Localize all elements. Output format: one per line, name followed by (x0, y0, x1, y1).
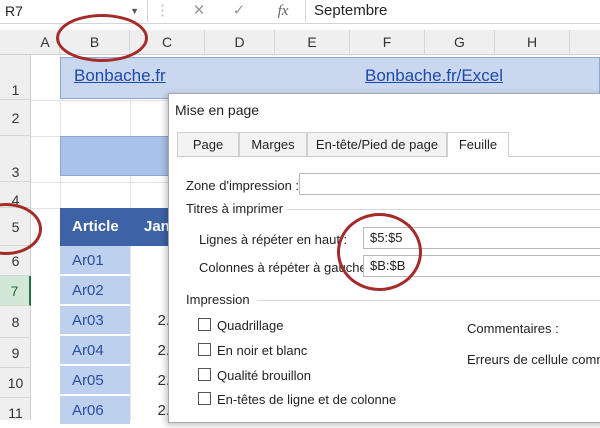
row-header-1[interactable]: 1 (0, 55, 31, 100)
annotation-circle (337, 213, 422, 291)
table-row[interactable]: Ar02 (60, 276, 130, 306)
row-header-11[interactable]: 11 (0, 398, 31, 421)
row-header-9[interactable]: 9 (0, 338, 31, 368)
tab-marges[interactable]: Marges (239, 132, 307, 156)
enter-icon[interactable]: ✓ (229, 0, 249, 22)
print-area-field[interactable] (299, 173, 600, 195)
row-header-8[interactable]: 8 (0, 306, 31, 338)
table-cell[interactable]: 2. (130, 366, 170, 396)
black-white-label: En noir et blanc (217, 343, 308, 358)
table-cell[interactable] (130, 246, 170, 276)
row-header-7[interactable]: 7 (0, 276, 31, 306)
table-row[interactable]: Ar01 (60, 246, 130, 276)
table-row[interactable]: Ar03 (60, 306, 130, 336)
tab-feuille[interactable]: Feuille (447, 132, 509, 157)
table-cell[interactable]: 2. (130, 396, 170, 426)
cell-errors-label: Erreurs de cellule comme (467, 352, 600, 367)
gridlines-label: Quadrillage (217, 318, 284, 333)
drag-handle-icon[interactable]: ⋮ (155, 0, 170, 22)
rows-repeat-label: Lignes à répéter en haut : (199, 232, 348, 247)
table-header-article: Article (72, 218, 119, 235)
column-header-e[interactable]: E (275, 30, 350, 55)
group-divider (287, 209, 600, 210)
print-area-label: Zone d'impression : (186, 178, 300, 193)
tab-page[interactable]: Page (177, 132, 239, 156)
row-header-3[interactable]: 3 (0, 136, 31, 182)
tab-en-tete-pied[interactable]: En-tête/Pied de page (307, 132, 447, 156)
black-white-checkbox[interactable] (198, 343, 211, 356)
table-row[interactable]: Ar04 (60, 336, 130, 366)
draft-quality-label: Qualité brouillon (217, 368, 311, 383)
annotation-circle (56, 14, 148, 62)
draft-quality-checkbox[interactable] (198, 368, 211, 381)
title-band (60, 136, 170, 176)
dialog-tabs: Page Marges En-tête/Pied de page Feuille (177, 132, 600, 157)
titles-group-label: Titres à imprimer (186, 201, 284, 216)
comments-label: Commentaires : (467, 321, 559, 336)
cancel-icon[interactable]: ✕ (189, 0, 209, 22)
name-box-value: R7 (5, 3, 23, 19)
dialog-title: Mise en page (175, 102, 260, 118)
headings-checkbox[interactable] (198, 392, 211, 405)
column-header-f[interactable]: F (350, 30, 425, 55)
row-header-2[interactable]: 2 (0, 100, 31, 136)
table-row[interactable]: Ar06 (60, 396, 130, 426)
banner-link-left[interactable]: Bonbache.fr (74, 66, 166, 86)
column-header-d[interactable]: D (205, 30, 275, 55)
annotation-circle (0, 203, 42, 255)
table-row[interactable]: Ar05 (60, 366, 130, 396)
row-header-10[interactable]: 10 (0, 368, 31, 398)
headings-label: En-têtes de ligne et de colonne (217, 392, 397, 407)
gridlines-checkbox[interactable] (198, 318, 211, 331)
banner-link-right[interactable]: Bonbache.fr/Excel (365, 66, 503, 86)
print-group-label: Impression (186, 292, 250, 307)
table-cell[interactable] (130, 276, 170, 306)
column-header-g[interactable]: G (425, 30, 495, 55)
group-divider (257, 300, 600, 301)
formula-input[interactable]: Septembre (305, 0, 600, 22)
table-cell[interactable]: 2. (130, 306, 170, 336)
insert-function-icon[interactable]: fx (271, 0, 295, 22)
table-header-row: Article Janv (60, 208, 178, 246)
table-cell[interactable]: 2. (130, 336, 170, 366)
column-header-h[interactable]: H (495, 30, 570, 55)
formula-buttons: ⋮ ✕ ✓ fx (149, 0, 300, 22)
